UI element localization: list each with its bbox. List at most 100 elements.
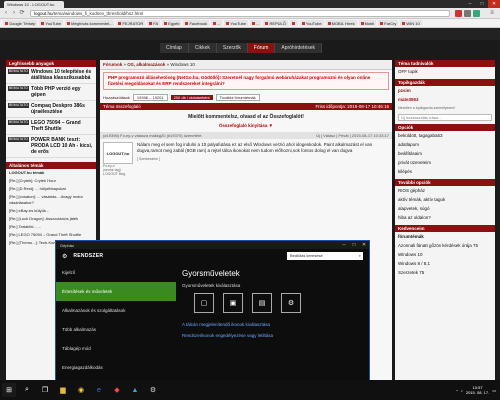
avatar[interactable]: LOGOUT.hu	[103, 142, 133, 164]
quick-action-tile[interactable]: ⚙	[281, 293, 301, 313]
news-item[interactable]: BEMUTATÓ POWER BANK teszt: PRODA LCD 10 A…	[6, 135, 96, 158]
edge-icon[interactable]: e	[92, 383, 106, 397]
bookmark-item[interactable]: Facebook	[183, 20, 210, 26]
quick-action-tile[interactable]: ▣	[223, 293, 243, 313]
url-input[interactable]: logout.hu/tema/windows_fi_kodnev_thresho…	[30, 10, 450, 17]
settings-search-input[interactable]: Beállítás keresése ⌕	[287, 252, 363, 260]
moderator-item[interactable]: mate3553	[395, 95, 495, 104]
pager-per-page[interactable]: 200 db / oldalanként	[170, 95, 213, 100]
bookmark-item[interactable]: Mobil	[358, 20, 377, 26]
file-explorer-icon[interactable]: ▆	[56, 383, 70, 397]
post-site[interactable]: LOGOUT blog	[103, 172, 133, 176]
off-topic-link[interactable]: OFF topik	[395, 67, 495, 76]
general-topic-item[interactable]: [Re:] [D.Rest]: ... hülyébbapukat	[6, 185, 96, 193]
bookmark-item[interactable]: WIN 10	[400, 20, 422, 26]
news-title[interactable]: LEGO 75094 – Grand Theft Shuttle	[31, 120, 94, 132]
extension-icon[interactable]	[464, 10, 471, 17]
more-option-link[interactable]: aktív témák, aktív tagok	[395, 195, 495, 204]
favorite-topic[interactable]: Szerzetek 75	[395, 268, 495, 277]
bookmark-item[interactable]: MOBIL Hírek	[325, 20, 357, 26]
site-nav-fórum[interactable]: Fórum	[247, 43, 276, 53]
option-link[interactable]: beállításaim	[395, 149, 495, 158]
maximize-icon[interactable]: □	[349, 242, 359, 248]
site-nav-szerzők[interactable]: Szerzők	[216, 43, 248, 53]
site-nav-apróhirdetések[interactable]: Apróhirdetések	[275, 43, 323, 53]
bookmark-item[interactable]: Meghívás kommentel...	[65, 20, 115, 26]
extension-icon[interactable]	[455, 10, 462, 17]
reload-icon[interactable]: ⟳	[18, 10, 26, 17]
bookmark-item[interactable]: ...	[250, 20, 262, 26]
extension-icon[interactable]	[473, 10, 480, 17]
settings-nav-item[interactable]: Több alkalmazás	[56, 320, 176, 339]
bookmark-item[interactable]: Egyéb	[162, 20, 182, 26]
maximize-icon[interactable]: □	[476, 0, 488, 8]
settings-nav-item[interactable]: Alkalmazások és szolgáltatások	[56, 301, 176, 320]
bookmark-item[interactable]: FEJRATOR	[116, 20, 146, 26]
news-title[interactable]: Több PHP verzió egy gépen	[31, 86, 94, 98]
settings-app-icon[interactable]: ⚙	[146, 383, 160, 397]
back-icon[interactable]: ‹	[2, 10, 10, 17]
clock[interactable]: 10:57 2015. 08. 17.	[466, 385, 489, 395]
news-item[interactable]: BEMUTATÓ Több PHP verzió egy gépen	[6, 84, 96, 101]
new-post-input[interactable]: Új hozzászólás írása...	[398, 114, 492, 121]
system-icons-link[interactable]: Rendszerikonok engedélyezése vagy letilt…	[182, 333, 363, 338]
news-title[interactable]: Compaq Deskpro 386s újraélesztése	[31, 103, 94, 115]
close-icon[interactable]: ✕	[488, 0, 500, 8]
news-item[interactable]: BEMUTATÓ Windows 10 telepítése és átállít…	[6, 67, 96, 84]
action-center-icon[interactable]: ▭	[492, 388, 496, 393]
more-option-link[interactable]: alapvetek, súgó	[395, 204, 495, 213]
search-icon[interactable]: ⌕	[20, 383, 34, 397]
app-icon[interactable]: ▲	[128, 383, 142, 397]
bookmark-item[interactable]: Google Térkép	[3, 20, 38, 26]
post-actions[interactable]: Új | Válasz | Privát | 2015-08-17 10:33:…	[316, 133, 389, 138]
moderator-name[interactable]: pzsim	[398, 88, 411, 93]
expand-summary-link[interactable]: Összefoglaló kinyitása ▼	[104, 123, 388, 128]
minimize-icon[interactable]: –	[339, 242, 349, 248]
news-title[interactable]: POWER BANK teszt: PRODA LCD 10 Ah - kics…	[31, 137, 94, 155]
quick-action-tile[interactable]: ▢	[194, 293, 214, 313]
general-topic-item[interactable]: [Re:] Tartaléki... ...	[6, 223, 96, 231]
app-icon[interactable]: ◆	[110, 383, 124, 397]
bookmark-item[interactable]: YouTube	[39, 20, 64, 26]
news-item[interactable]: BEMUTATÓ Compaq Deskpro 386s újraélesztés…	[6, 101, 96, 118]
favorite-topic[interactable]: Windows 10	[395, 250, 495, 259]
bookmark-item[interactable]: REPÜLŐ	[263, 20, 288, 26]
news-item[interactable]: BEMUTATÓ LEGO 75094 – Grand Theft Shuttle	[6, 118, 96, 135]
post-reference[interactable]: (#19396) Fo.ey-v válasza makkg20 (#19370…	[103, 133, 202, 138]
general-topic-item[interactable]: [Re:] [Luck Dragon]: Asszociációs játék	[6, 215, 96, 223]
browser-tab[interactable]: Windows 10 - LOGOUT.hu	[4, 1, 64, 8]
bookmark-item[interactable]	[289, 20, 298, 26]
breadcrumb-forum[interactable]: Fórumok	[103, 62, 122, 67]
breadcrumb-category[interactable]: OS, alkalmazások	[127, 62, 165, 67]
option-link[interactable]: beküldött, tagagaba53	[395, 131, 495, 140]
option-link[interactable]: adatlapom	[395, 140, 495, 149]
site-nav-cikkek[interactable]: Cikkek	[188, 43, 217, 53]
settings-nav-item[interactable]: Kijelző	[56, 263, 176, 282]
moderator-name[interactable]: mate3553	[398, 97, 419, 102]
settings-nav-item[interactable]: Értesítések és műveletek	[56, 282, 176, 301]
job-ad[interactable]: PHP programozó állásehetőség (NetGo.hu, …	[103, 72, 389, 90]
volume-icon[interactable]: ♪	[461, 388, 463, 393]
task-view-icon[interactable]: ❐	[38, 383, 52, 397]
more-topics-select[interactable]: További fórumtémák	[215, 94, 260, 101]
close-icon[interactable]: ✕	[359, 242, 369, 248]
bookmark-item[interactable]: ...	[211, 20, 223, 26]
quick-action-tile[interactable]: ▤	[252, 293, 272, 313]
menu-icon[interactable]: ≡	[488, 10, 496, 17]
settings-nav-item[interactable]: Energiagazdálkodás	[56, 358, 176, 377]
start-button[interactable]: ⊞	[2, 383, 16, 397]
site-nav-címlap[interactable]: Címlap	[160, 43, 189, 53]
chrome-icon[interactable]: ◉	[74, 383, 88, 397]
favorite-topic[interactable]: Azonnali fánatt gőzös kérdések órája 75	[395, 241, 495, 250]
bookmark-item[interactable]: FA	[147, 20, 161, 26]
bookmark-item[interactable]: YouTube	[224, 20, 249, 26]
moderator-item[interactable]: pzsim	[395, 86, 495, 95]
bookmark-item[interactable]: FarCry	[378, 20, 399, 26]
news-title[interactable]: Windows 10 telepítése és átállítása klas…	[31, 69, 94, 81]
network-icon[interactable]: ◔	[455, 388, 457, 393]
general-topic-item[interactable]: [Re:] [Crytek]: Crytek Hour	[6, 177, 96, 185]
general-topic-item[interactable]: [Re:] [cosaton]: ... vásárlás... Avagy m…	[6, 193, 96, 207]
more-option-link[interactable]: RIOS gépház	[395, 186, 495, 195]
option-link[interactable]: privát üzeneteim	[395, 158, 495, 167]
option-link[interactable]: kilépés	[395, 167, 495, 176]
